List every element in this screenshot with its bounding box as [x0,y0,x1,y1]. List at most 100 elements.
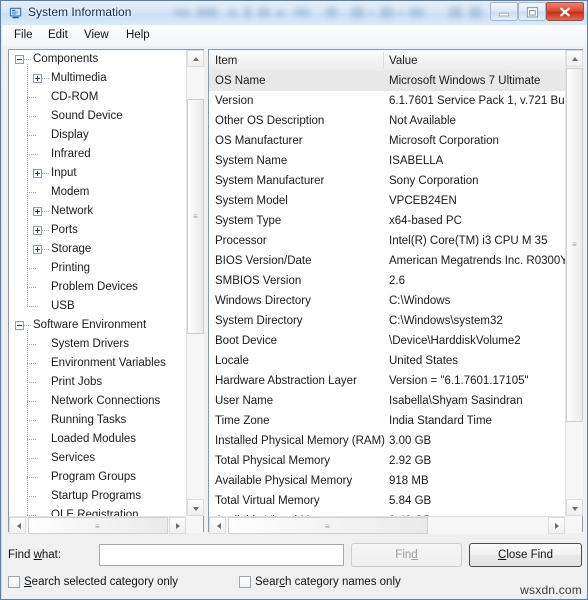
search-category-names-checkbox[interactable] [239,576,251,588]
table-row[interactable]: System Model VPCEB24EN [209,191,565,211]
list-hscroll-thumb[interactable]: ≡ [228,517,428,534]
tree-item-ole-registration[interactable]: OLE Registration [9,506,186,516]
tree-item-network[interactable]: Network [9,202,186,221]
table-row[interactable]: System Name ISABELLA [209,151,565,171]
cell-value: India Standard Time [389,415,492,427]
tree-item-modem[interactable]: Modem [9,183,186,202]
list-scroll-up-button[interactable] [566,50,583,67]
tree-item-system-drivers[interactable]: System Drivers [9,335,186,354]
cell-item: Total Physical Memory [215,455,331,467]
close-button[interactable] [546,2,584,21]
tree-expand-icon[interactable] [33,226,42,235]
column-divider[interactable] [383,52,384,69]
find-button[interactable]: Find [351,543,462,567]
tree-scroll-up-button[interactable] [187,50,204,67]
tree-expand-icon[interactable] [33,74,42,83]
table-row[interactable]: Version 6.1.7601 Service Pack 1, v.721 Bu… [209,91,565,111]
column-header-item[interactable]: Item [215,53,237,69]
tree-item-input[interactable]: Input [9,164,186,183]
tree-item-problem-devices[interactable]: Problem Devices [9,278,186,297]
table-row[interactable]: OS Name Microsoft Windows 7 Ultimate [209,71,565,91]
table-row[interactable]: OS Manufacturer Microsoft Corporation [209,131,565,151]
tree-item-program-groups[interactable]: Program Groups [9,468,186,487]
table-row[interactable]: Windows Directory C:\Windows [209,291,565,311]
tree-collapse-icon[interactable] [15,55,24,64]
search-selected-category-checkbox[interactable] [8,576,20,588]
table-row[interactable]: Total Virtual Memory 5.84 GB [209,491,565,511]
tree-item-label: Input [51,167,77,179]
tree-item-running-tasks[interactable]: Running Tasks [9,411,186,430]
tree-scroll-right-button[interactable] [169,517,186,534]
tree-item-sound-device[interactable]: Sound Device [9,107,186,126]
tree-item-software-environment[interactable]: Software Environment [9,316,186,335]
list-scroll-left-button[interactable] [209,517,226,534]
tree-item-usb[interactable]: USB [9,297,186,316]
table-row[interactable]: Locale United States [209,351,565,371]
table-row[interactable]: SMBIOS Version 2.6 [209,271,565,291]
table-row[interactable]: Boot Device \Device\HarddiskVolume2 [209,331,565,351]
tree-expand-icon[interactable] [33,207,42,216]
tree-item-print-jobs[interactable]: Print Jobs [9,373,186,392]
tree-item-label: Ports [51,224,78,236]
table-row[interactable]: Other OS Description Not Available [209,111,565,131]
table-row[interactable]: Total Physical Memory 2.92 GB [209,451,565,471]
close-find-button[interactable]: Close Find [469,543,582,567]
list-scroll-right-button[interactable] [548,517,565,534]
tree-connector-dash [27,154,36,155]
tree-scroll-left-button[interactable] [9,517,26,534]
tree-collapse-icon[interactable] [15,321,24,330]
table-row[interactable]: Hardware Abstraction Layer Version = "6.1… [209,371,565,391]
category-tree[interactable]: Components Multimedia CD-ROM Sound Device Di… [9,50,186,516]
tree-item-loaded-modules[interactable]: Loaded Modules [9,430,186,449]
menu-edit[interactable]: Edit [42,28,74,43]
tree-horizontal-scrollbar[interactable]: ≡ [9,516,186,534]
table-row[interactable]: Time Zone India Standard Time [209,411,565,431]
minimize-button[interactable] [490,2,518,21]
cell-value: Isabella\Shyam Sasindran [389,395,523,407]
table-row[interactable]: System Directory C:\Windows\system32 [209,311,565,331]
table-row[interactable]: System Type x64-based PC [209,211,565,231]
menu-help[interactable]: Help [120,28,156,43]
scroll-left-icon [17,523,21,529]
tree-vertical-scrollbar[interactable]: ≡ [186,50,204,516]
table-row[interactable]: BIOS Version/Date American Megatrends Inc… [209,251,565,271]
table-row[interactable]: Installed Physical Memory (RAM) 3.00 GB [209,431,565,451]
list-scroll-down-button[interactable] [566,499,583,516]
tree-expand-icon[interactable] [33,169,42,178]
find-input[interactable] [99,544,344,566]
tree-item-network-connections[interactable]: Network Connections [9,392,186,411]
list-vertical-scrollbar[interactable]: ≡ [565,50,583,516]
menu-file[interactable]: File [8,28,39,43]
tree-item-display[interactable]: Display [9,126,186,145]
tree-item-printing[interactable]: Printing [9,259,186,278]
cell-item: System Manufacturer [215,175,325,187]
tree-item-label: Software Environment [33,319,147,331]
list-horizontal-scrollbar[interactable]: ≡ [209,516,565,534]
tree-item-multimedia[interactable]: Multimedia [9,69,186,88]
tree-item-services[interactable]: Services [9,449,186,468]
tree-item-ports[interactable]: Ports [9,221,186,240]
list-rows[interactable]: OS Name Microsoft Windows 7 Ultimate Versi… [209,71,565,516]
tree-item-label: System Drivers [51,338,129,350]
find-bar: Find what: Find Close Find Search select… [2,539,587,599]
table-row[interactable]: System Manufacturer Sony Corporation [209,171,565,191]
column-header-value[interactable]: Value [389,53,418,69]
tree-item-startup-programs[interactable]: Startup Programs [9,487,186,506]
list-scroll-thumb[interactable]: ≡ [566,68,583,422]
menu-view[interactable]: View [78,28,115,43]
tree-scroll-down-button[interactable] [187,499,204,516]
tree-item-infrared[interactable]: Infrared [9,145,186,164]
tree-scroll-thumb[interactable]: ≡ [187,99,204,334]
maximize-button[interactable] [518,2,546,21]
tree-item-components[interactable]: Components [9,50,186,69]
table-row[interactable]: Processor Intel(R) Core(TM) i3 CPU M 35 [209,231,565,251]
tree-hscroll-thumb[interactable]: ≡ [28,517,168,534]
tree-item-environment-variables[interactable]: Environment Variables [9,354,186,373]
tree-item-storage[interactable]: Storage [9,240,186,259]
cell-item: Total Virtual Memory [215,495,320,507]
tree-expand-icon[interactable] [33,245,42,254]
cell-value: Version = "6.1.7601.17105" [389,375,529,387]
table-row[interactable]: Available Physical Memory 918 MB [209,471,565,491]
tree-item-cd-rom[interactable]: CD-ROM [9,88,186,107]
table-row[interactable]: User Name Isabella\Shyam Sasindran [209,391,565,411]
